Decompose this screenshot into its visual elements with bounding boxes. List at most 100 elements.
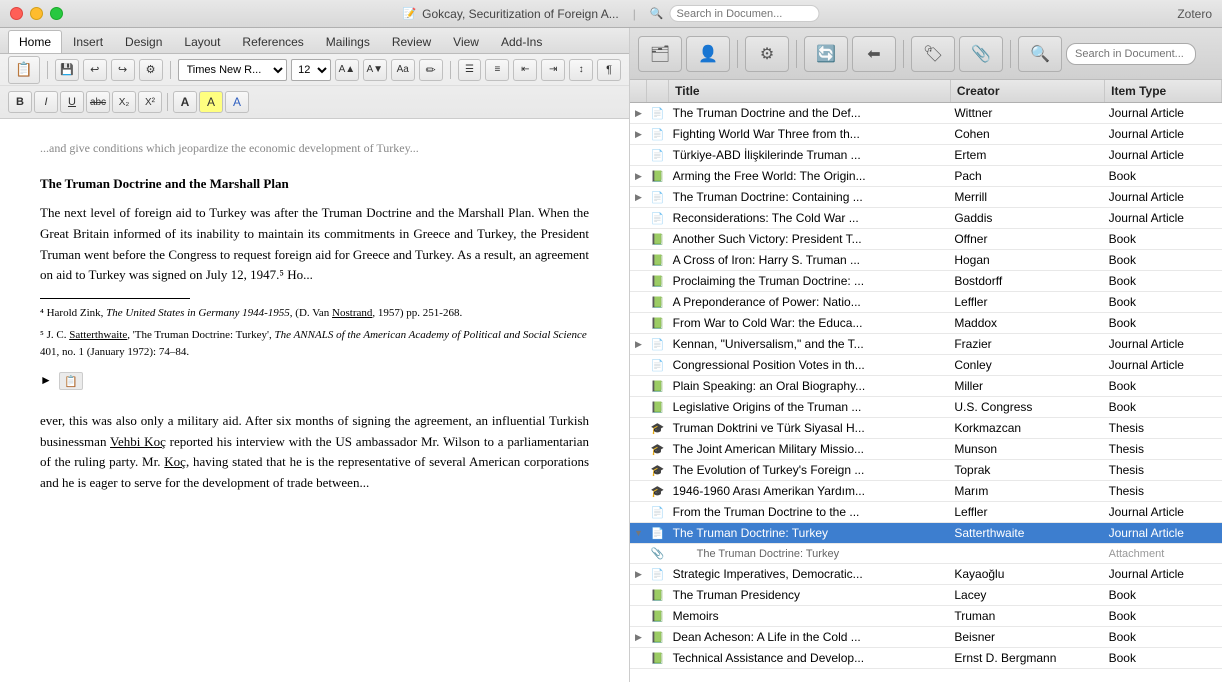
expand-cell[interactable] <box>630 271 647 292</box>
expand-cell[interactable] <box>630 439 647 460</box>
item-title[interactable]: The Truman Doctrine: Turkey <box>669 523 951 544</box>
item-title[interactable]: A Preponderance of Power: Natio... <box>669 292 951 313</box>
expand-cell[interactable]: ▶ <box>630 103 647 124</box>
item-title[interactable]: Reconsiderations: The Cold War ... <box>669 208 951 229</box>
tab-home[interactable]: Home <box>8 30 62 53</box>
item-title[interactable]: Kennan, "Universalism," and the T... <box>669 334 951 355</box>
font-color-button[interactable]: A <box>173 91 197 113</box>
document-search-input[interactable] <box>670 5 820 22</box>
expand-cell[interactable] <box>630 229 647 250</box>
expand-cell[interactable]: ▶ <box>630 627 647 648</box>
paste-button[interactable]: 📋 <box>8 56 40 84</box>
underline-button[interactable]: U <box>60 91 84 113</box>
expand-cell[interactable] <box>630 376 647 397</box>
font-size-select[interactable]: 12 <box>291 59 331 81</box>
tab-addins[interactable]: Add-Ins <box>490 31 553 53</box>
zotero-preferences-button[interactable]: ⚙ <box>745 36 789 72</box>
settings-button[interactable]: ⚙ <box>139 59 163 81</box>
expand-cell[interactable]: ▶ <box>630 334 647 355</box>
item-title[interactable]: A Cross of Iron: Harry S. Truman ... <box>669 250 951 271</box>
table-row[interactable]: 📗Technical Assistance and Develop...Erns… <box>630 648 1222 669</box>
table-row[interactable]: 📄From the Truman Doctrine to the ...Leff… <box>630 502 1222 523</box>
expand-cell[interactable]: ▶ <box>630 187 647 208</box>
table-row[interactable]: 🎓The Evolution of Turkey's Foreign ...To… <box>630 460 1222 481</box>
save-button[interactable]: 💾 <box>55 59 79 81</box>
item-title[interactable]: The Joint American Military Missio... <box>669 439 951 460</box>
change-case-button[interactable]: Aa <box>391 59 415 81</box>
tab-layout[interactable]: Layout <box>173 31 231 53</box>
table-row[interactable]: 📎The Truman Doctrine: TurkeyAttachment <box>630 544 1222 564</box>
zotero-search-button[interactable]: 🔍 <box>1018 36 1062 72</box>
expand-cell[interactable]: ▶ <box>630 124 647 145</box>
zotero-sync-button[interactable]: 🔄 <box>804 36 848 72</box>
table-row[interactable]: 📗The Truman PresidencyLaceyBook <box>630 585 1222 606</box>
expand-cell[interactable]: ▶ <box>630 166 647 187</box>
col-item-type[interactable]: Item Type <box>1105 80 1222 103</box>
item-title[interactable]: Dean Acheson: A Life in the Cold ... <box>669 627 951 648</box>
zotero-tag-button[interactable]: 🏷 <box>911 36 955 72</box>
table-row[interactable]: 📗Legislative Origins of the Truman ...U.… <box>630 397 1222 418</box>
maximize-button[interactable] <box>50 7 63 20</box>
item-title[interactable]: Proclaiming the Truman Doctrine: ... <box>669 271 951 292</box>
item-title[interactable]: Legislative Origins of the Truman ... <box>669 397 951 418</box>
expand-cell[interactable] <box>630 606 647 627</box>
item-title[interactable]: Plain Speaking: an Oral Biography... <box>669 376 951 397</box>
expand-cell[interactable] <box>630 585 647 606</box>
table-row[interactable]: ▶📄The Truman Doctrine and the Def...Witt… <box>630 103 1222 124</box>
sort-button[interactable]: ↕ <box>569 59 593 81</box>
col-creator[interactable]: Creator <box>950 80 1104 103</box>
expand-cell[interactable]: ▼ <box>630 523 647 544</box>
bold-button[interactable]: B <box>8 91 32 113</box>
expand-cell[interactable]: ▶ <box>630 564 647 585</box>
subscript-button[interactable]: X₂ <box>112 91 136 113</box>
table-row[interactable]: ▶📄The Truman Doctrine: Containing ...Mer… <box>630 187 1222 208</box>
font-family-select[interactable]: Times New R... <box>178 59 288 81</box>
shrink-font-button[interactable]: A▼ <box>363 59 387 81</box>
minimize-button[interactable] <box>30 7 43 20</box>
table-row[interactable]: ▶📄Kennan, "Universalism," and the T...Fr… <box>630 334 1222 355</box>
table-row[interactable]: 🎓Truman Doktrini ve Türk Siyasal H...Kor… <box>630 418 1222 439</box>
expand-cell[interactable] <box>630 208 647 229</box>
item-title[interactable]: The Truman Doctrine and the Def... <box>669 103 951 124</box>
zotero-search-input[interactable] <box>1066 43 1196 65</box>
table-row[interactable]: 📗Another Such Victory: President T...Off… <box>630 229 1222 250</box>
item-title[interactable]: From War to Cold War: the Educa... <box>669 313 951 334</box>
table-row[interactable]: ▼📄The Truman Doctrine: TurkeySatterthwai… <box>630 523 1222 544</box>
tab-references[interactable]: References <box>231 31 314 53</box>
tab-design[interactable]: Design <box>114 31 173 53</box>
item-title[interactable]: The Evolution of Turkey's Foreign ... <box>669 460 951 481</box>
expand-cell[interactable] <box>630 397 647 418</box>
item-title[interactable]: Another Such Victory: President T... <box>669 229 951 250</box>
redo-button[interactable]: ↪ <box>111 59 135 81</box>
zotero-library-button[interactable]: 🗂 <box>638 36 682 72</box>
item-title[interactable]: Fighting World War Three from th... <box>669 124 951 145</box>
item-title[interactable]: Technical Assistance and Develop... <box>669 648 951 669</box>
table-row[interactable]: 📄Türkiye-ABD İlişkilerinde Truman ...Ert… <box>630 145 1222 166</box>
item-title[interactable]: Congressional Position Votes in th... <box>669 355 951 376</box>
expand-cell[interactable] <box>630 292 647 313</box>
strikethrough-button[interactable]: abc <box>86 91 110 113</box>
table-row[interactable]: 🎓1946-1960 Arası Amerikan Yardım...Marım… <box>630 481 1222 502</box>
item-title[interactable]: Memoirs <box>669 606 951 627</box>
table-row[interactable]: 📄Reconsiderations: The Cold War ...Gaddi… <box>630 208 1222 229</box>
table-row[interactable]: 📗A Cross of Iron: Harry S. Truman ...Hog… <box>630 250 1222 271</box>
tab-review[interactable]: Review <box>381 31 442 53</box>
expand-cell[interactable] <box>630 481 647 502</box>
expand-cell[interactable] <box>630 355 647 376</box>
table-row[interactable]: ▶📗Arming the Free World: The Origin...Pa… <box>630 166 1222 187</box>
table-row[interactable]: 📗From War to Cold War: the Educa...Maddo… <box>630 313 1222 334</box>
expand-cell[interactable] <box>630 648 647 669</box>
tab-insert[interactable]: Insert <box>62 31 114 53</box>
item-title[interactable]: The Truman Doctrine: Turkey <box>669 544 951 564</box>
tab-mailings[interactable]: Mailings <box>315 31 381 53</box>
grow-font-button[interactable]: A▲ <box>335 59 359 81</box>
item-title[interactable]: Türkiye-ABD İlişkilerinde Truman ... <box>669 145 951 166</box>
expand-cell[interactable] <box>630 418 647 439</box>
item-title[interactable]: Strategic Imperatives, Democratic... <box>669 564 951 585</box>
col-title[interactable]: Title <box>669 80 951 103</box>
zotero-add-button[interactable]: 👤 <box>686 36 730 72</box>
expand-cell[interactable] <box>630 313 647 334</box>
expand-cell[interactable] <box>630 460 647 481</box>
table-row[interactable]: 📗A Preponderance of Power: Natio...Leffl… <box>630 292 1222 313</box>
zotero-back-button[interactable]: ⬅ <box>852 36 896 72</box>
